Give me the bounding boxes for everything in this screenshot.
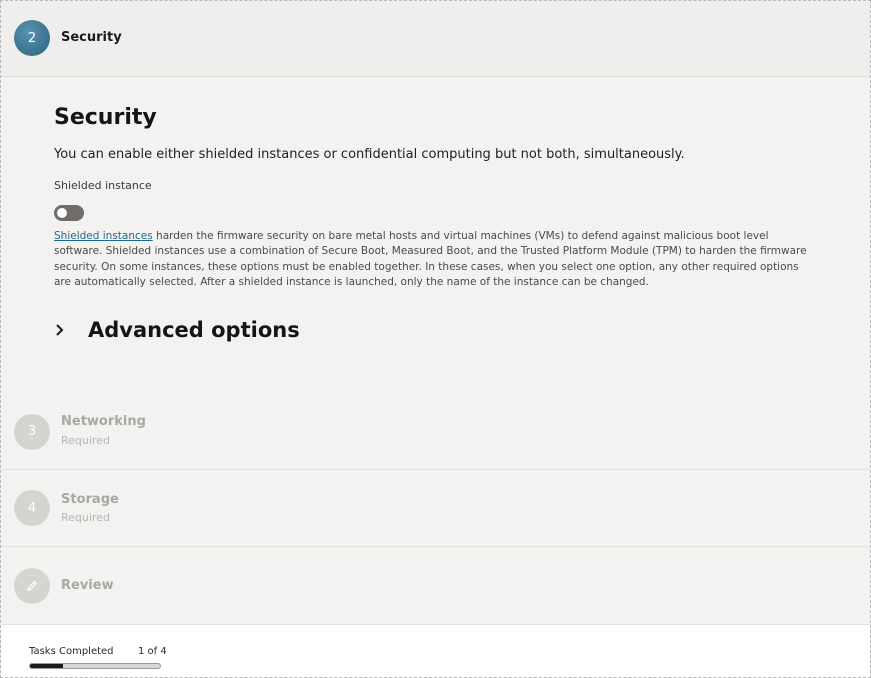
step-name: Review xyxy=(61,578,114,593)
step-storage[interactable]: 4 Storage Required xyxy=(1,470,870,546)
step-security-header[interactable]: 2 Security xyxy=(1,1,870,77)
pencil-icon xyxy=(14,567,50,604)
shielded-instance-label: Shielded instance xyxy=(54,179,152,192)
toggle-knob xyxy=(57,208,67,218)
step-name: Storage xyxy=(61,492,119,507)
shielded-instances-link[interactable]: Shielded instances xyxy=(54,230,153,242)
section-heading: Security xyxy=(54,105,157,130)
help-body: harden the firmware security on bare met… xyxy=(54,230,807,288)
step-status: Required xyxy=(61,511,110,524)
step-status: Required xyxy=(61,434,110,447)
wizard-panel: 2 Security Security You can enable eithe… xyxy=(0,0,871,678)
shielded-instance-toggle[interactable] xyxy=(54,205,84,221)
step-number-badge: 4 xyxy=(14,490,50,526)
section-description: You can enable either shielded instances… xyxy=(54,147,685,162)
tasks-footer: Tasks Completed 1 of 4 xyxy=(1,624,870,677)
tasks-progress-fill xyxy=(30,664,63,668)
step-title: Security xyxy=(61,30,122,45)
tasks-progress-bar xyxy=(29,663,161,669)
advanced-options-toggle[interactable]: Advanced options xyxy=(54,317,300,343)
step-number-badge: 2 xyxy=(14,20,50,56)
tasks-completed-count: 1 of 4 xyxy=(138,646,167,657)
tasks-completed-label: Tasks Completed xyxy=(29,646,114,657)
step-networking[interactable]: 3 Networking Required xyxy=(1,394,870,469)
advanced-options-label: Advanced options xyxy=(88,318,300,342)
chevron-right-icon xyxy=(54,317,74,343)
step-name: Networking xyxy=(61,414,146,429)
step-number-badge: 3 xyxy=(14,413,50,450)
step-review[interactable]: Review xyxy=(1,547,870,624)
shielded-help-text: Shielded instances harden the firmware s… xyxy=(54,229,814,290)
